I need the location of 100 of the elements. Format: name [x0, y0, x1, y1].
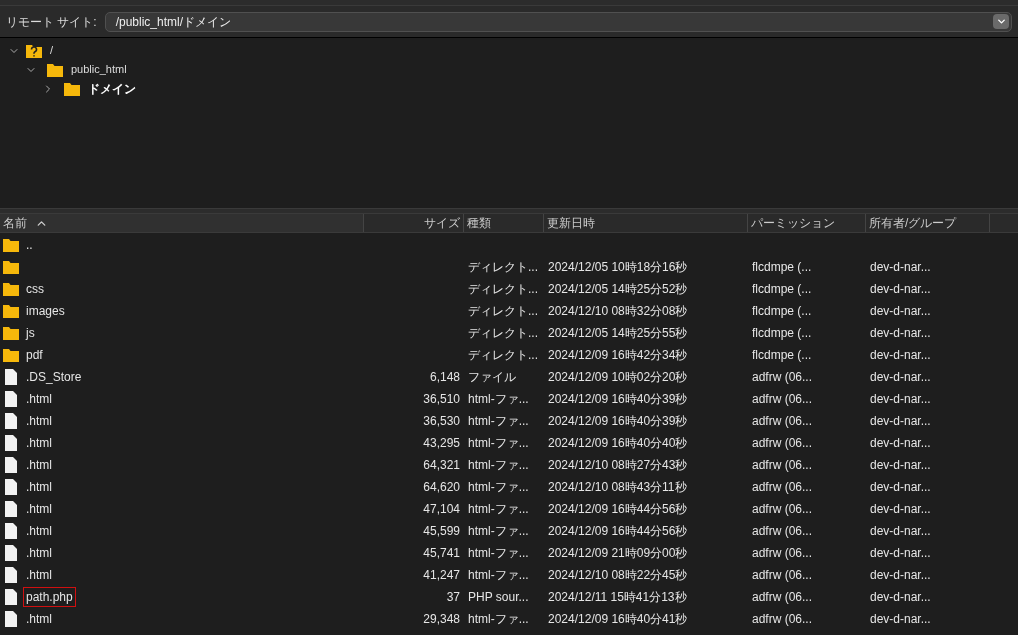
folder-icon: [3, 304, 19, 318]
table-cell: flcdmpe (...: [752, 348, 812, 362]
remote-path: /public_html/ドメイン: [115, 13, 233, 31]
table-cell: dev-d-nar...: [870, 524, 931, 538]
table-cell: html-ファ...: [468, 414, 529, 428]
tree-item[interactable]: ドメイン: [88, 79, 136, 98]
file-name[interactable]: .html: [23, 543, 55, 563]
table-cell: adfrw (06...: [752, 590, 813, 604]
folder-icon: [3, 260, 19, 274]
table-cell: PHP sour...: [468, 590, 529, 604]
table-cell: adfrw (06...: [752, 524, 813, 538]
table-cell: dev-d-nar...: [870, 458, 931, 472]
tree-item[interactable]: /: [50, 42, 54, 59]
remote-site-dropdown[interactable]: /public_html/ドメイン: [104, 11, 1012, 32]
table-cell: 2024/12/10 08時43分11秒: [548, 480, 687, 494]
folder-icon: [47, 62, 63, 77]
table-cell: adfrw (06...: [752, 546, 813, 560]
table-cell: 36,530: [423, 414, 460, 428]
table-cell: dev-d-nar...: [870, 326, 931, 340]
column-header[interactable]: 所有者/グループ: [866, 214, 990, 232]
table-cell: html-ファ...: [468, 458, 529, 472]
table-cell: 2024/12/09 16時40分39秒: [548, 392, 688, 406]
table-cell: 29,348: [423, 612, 460, 626]
table-cell: 2024/12/05 14時25分55秒: [548, 326, 688, 340]
table-cell: ディレクト...: [468, 282, 538, 296]
file-name[interactable]: .html: [23, 433, 55, 453]
file-name[interactable]: js: [23, 323, 38, 343]
table-cell: adfrw (06...: [752, 436, 813, 450]
file-icon: [5, 413, 17, 429]
table-cell: adfrw (06...: [752, 370, 813, 384]
remote-site-label: リモート サイト:: [6, 13, 97, 31]
file-icon: [5, 523, 17, 539]
file-name[interactable]: images: [23, 301, 68, 321]
table-cell: 37: [446, 590, 460, 604]
column-header[interactable]: サイズ: [364, 214, 464, 232]
table-cell: dev-d-nar...: [870, 414, 931, 428]
table-cell: dev-d-nar...: [870, 480, 931, 494]
file-name[interactable]: path.php: [23, 587, 76, 607]
file-name[interactable]: .html: [23, 477, 55, 497]
file-name[interactable]: .html: [23, 389, 55, 409]
unknown-folder-icon: [26, 43, 42, 58]
table-cell: 2024/12/09 16時40分40秒: [548, 436, 688, 450]
file-name[interactable]: ..: [23, 235, 36, 255]
table-cell: dev-d-nar...: [870, 370, 931, 384]
table-cell: 45,599: [423, 524, 460, 538]
file-icon: [5, 369, 17, 385]
table-cell: dev-d-nar...: [870, 282, 931, 296]
table-cell: adfrw (06...: [752, 568, 813, 582]
file-name[interactable]: .html: [23, 521, 55, 541]
file-icon: [5, 457, 17, 473]
table-cell: ディレクト...: [468, 304, 538, 318]
table-cell: adfrw (06...: [752, 458, 813, 472]
folder-icon: [3, 282, 19, 296]
folder-icon: [3, 238, 19, 252]
folder-icon: [64, 81, 80, 96]
table-cell: dev-d-nar...: [870, 304, 931, 318]
table-cell: flcdmpe (...: [752, 326, 812, 340]
table-cell: ディレクト...: [468, 260, 538, 274]
dropdown-chevron-icon[interactable]: [993, 14, 1009, 29]
file-icon: [5, 545, 17, 561]
table-cell: flcdmpe (...: [752, 260, 812, 274]
table-cell: adfrw (06...: [752, 414, 813, 428]
file-icon: [5, 589, 17, 605]
table-cell: 6,148: [429, 370, 460, 384]
table-cell: 2024/12/05 10時18分16秒: [548, 260, 688, 274]
file-name[interactable]: css: [23, 279, 47, 299]
table-cell: 45,741: [423, 546, 460, 560]
table-cell: dev-d-nar...: [870, 348, 931, 362]
file-name[interactable]: pdf: [23, 345, 46, 365]
folder-icon: [3, 326, 19, 340]
table-cell: flcdmpe (...: [752, 304, 812, 318]
table-cell: adfrw (06...: [752, 612, 813, 626]
table-cell: 2024/12/11 15時41分13秒: [548, 590, 687, 604]
table-cell: 2024/12/09 16時40分39秒: [548, 414, 688, 428]
column-header[interactable]: 種類: [464, 214, 544, 232]
table-cell: adfrw (06...: [752, 480, 813, 494]
table-cell: html-ファ...: [468, 524, 529, 538]
file-name[interactable]: .html: [23, 411, 55, 431]
file-name[interactable]: .html: [23, 499, 55, 519]
table-cell: 2024/12/09 16時40分41秒: [548, 612, 688, 626]
table-cell: dev-d-nar...: [870, 546, 931, 560]
file-icon: [5, 391, 17, 407]
table-cell: dev-d-nar...: [870, 590, 931, 604]
column-header[interactable]: パーミッション: [748, 214, 866, 232]
table-cell: 2024/12/05 14時25分52秒: [548, 282, 688, 296]
file-name[interactable]: .html: [23, 609, 55, 629]
file-icon: [5, 479, 17, 495]
table-cell: html-ファ...: [468, 436, 529, 450]
file-name[interactable]: .html: [23, 455, 55, 475]
file-name[interactable]: .DS_Store: [23, 367, 85, 387]
column-header[interactable]: 更新日時: [544, 214, 748, 232]
table-cell: dev-d-nar...: [870, 260, 931, 274]
table-cell: 64,620: [423, 480, 460, 494]
table-cell: dev-d-nar...: [870, 612, 931, 626]
file-name[interactable]: .html: [23, 565, 55, 585]
table-cell: 36,510: [423, 392, 460, 406]
file-icon: [5, 501, 17, 517]
tree-item[interactable]: public_html: [71, 61, 127, 78]
table-cell: html-ファ...: [468, 568, 529, 582]
column-header[interactable]: 名前: [0, 214, 364, 232]
